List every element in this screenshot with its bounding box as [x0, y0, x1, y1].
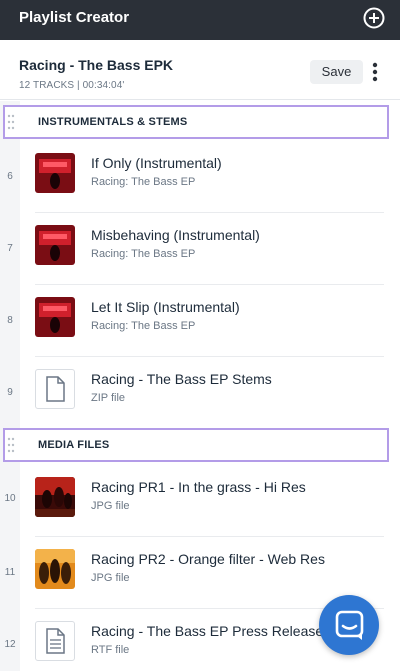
track-number: 9	[7, 387, 13, 398]
track-row[interactable]: 9 Racing - The Bass EP Stems ZIP file	[0, 357, 400, 429]
track-number: 11	[4, 567, 16, 578]
track-subtitle: Racing: The Bass EP	[91, 248, 196, 260]
file-icon	[46, 376, 65, 402]
section-header-instrumentals[interactable]: INSTRUMENTALS & STEMS	[3, 105, 389, 139]
track-number: 8	[7, 315, 13, 326]
track-subtitle: ZIP file	[91, 392, 126, 404]
file-thumb	[35, 369, 75, 409]
section-label: INSTRUMENTALS & STEMS	[38, 116, 188, 128]
track-row[interactable]: 7 Misbehaving (Instrumental) Racing: The…	[0, 213, 400, 285]
chat-icon	[335, 610, 364, 640]
document-icon	[46, 628, 65, 654]
track-subtitle: RTF file	[91, 644, 130, 656]
photo-icon	[35, 549, 75, 589]
track-title: Let It Slip (Instrumental)	[91, 299, 240, 315]
track-subtitle: JPG file	[91, 500, 130, 512]
album-art-icon	[35, 297, 75, 337]
drag-handle-icon[interactable]	[7, 436, 15, 454]
save-button[interactable]: Save	[310, 60, 363, 84]
track-number: 6	[7, 171, 13, 182]
track-row[interactable]: 10 Racing PR1 - In the grass - Hi Res JP…	[0, 465, 400, 537]
add-circle-icon[interactable]	[363, 7, 385, 29]
track-subtitle: JPG file	[91, 572, 130, 584]
app-title: Playlist Creator	[19, 9, 130, 26]
track-title: Racing PR1 - In the grass - Hi Res	[91, 479, 306, 495]
photo-icon	[35, 477, 75, 517]
track-subtitle: Racing: The Bass EP	[91, 176, 196, 188]
track-row[interactable]: 6 If Only (Instrumental) Racing: The Bas…	[0, 141, 400, 213]
chat-launcher-button[interactable]	[319, 595, 379, 655]
track-title: Racing - The Bass EP Stems	[91, 371, 272, 387]
playlist-meta: 12 TRACKS | 00:34:04'	[19, 80, 125, 91]
more-options-icon[interactable]	[367, 61, 383, 83]
section-header-media[interactable]: MEDIA FILES	[3, 428, 389, 462]
album-art-icon	[35, 225, 75, 265]
track-subtitle: Racing: The Bass EP	[91, 320, 196, 332]
track-title: Misbehaving (Instrumental)	[91, 227, 260, 243]
playlist-header: Racing - The Bass EPK 12 TRACKS | 00:34:…	[0, 40, 400, 100]
track-number: 12	[4, 639, 16, 650]
track-number: 10	[4, 493, 16, 504]
drag-handle-icon[interactable]	[7, 113, 15, 131]
section-label: MEDIA FILES	[38, 439, 110, 451]
album-art-icon	[35, 153, 75, 193]
track-title: Racing - The Bass EP Press Release te	[91, 623, 339, 639]
track-title: Racing PR2 - Orange filter - Web Res	[91, 551, 325, 567]
app-header: Playlist Creator	[0, 0, 400, 40]
track-title: If Only (Instrumental)	[91, 155, 222, 171]
file-thumb	[35, 621, 75, 661]
playlist-title: Racing - The Bass EPK	[19, 57, 174, 73]
track-row[interactable]: 8 Let It Slip (Instrumental) Racing: The…	[0, 285, 400, 357]
track-number: 7	[7, 243, 13, 254]
